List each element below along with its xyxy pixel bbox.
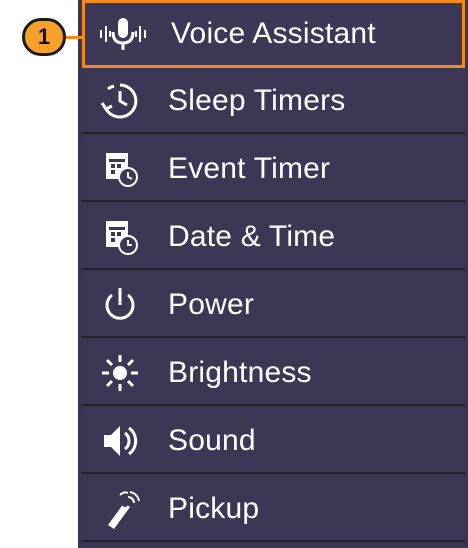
menu-item-label: Date & Time	[168, 220, 336, 253]
menu-item-label: Power	[168, 288, 255, 321]
speaker-icon	[92, 419, 148, 463]
menu-item-event-timer[interactable]: Event Timer	[82, 138, 465, 202]
menu-item-pickup[interactable]: Pickup	[82, 478, 465, 542]
sleep-timer-icon	[92, 79, 148, 123]
menu-item-label: Brightness	[168, 356, 312, 389]
menu-item-label: Pickup	[168, 492, 260, 525]
menu-item-sleep-timers[interactable]: Sleep Timers	[82, 70, 465, 134]
menu-item-brightness[interactable]: Brightness	[82, 342, 465, 406]
menu-item-power[interactable]: Power	[82, 274, 465, 338]
menu-item-sound[interactable]: Sound	[82, 410, 465, 474]
menu-item-label: Sound	[168, 424, 256, 457]
remote-pickup-icon	[92, 487, 148, 531]
calendar-clock-icon	[92, 215, 148, 259]
menu-item-label: Event Timer	[168, 152, 331, 185]
callout-number: 1	[37, 24, 51, 49]
menu-item-label: Voice Assistant	[171, 17, 376, 50]
settings-screen: 1 Voice Assistant Sleep Timers Event Tim…	[0, 0, 468, 548]
menu-item-date-time[interactable]: Date & Time	[82, 206, 465, 270]
callout-badge: 1	[22, 18, 66, 56]
callout-connector	[66, 36, 82, 39]
event-timer-icon	[92, 147, 148, 191]
power-icon	[92, 283, 148, 327]
menu-item-label: Sleep Timers	[168, 84, 346, 117]
brightness-icon	[92, 351, 148, 395]
microphone-icon	[95, 12, 151, 56]
menu-item-voice-assistant[interactable]: Voice Assistant	[82, 0, 465, 68]
